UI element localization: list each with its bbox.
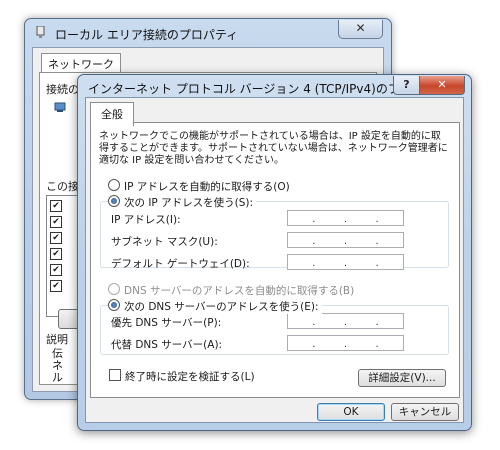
alternate-dns-label: 代替 DNS サーバー(A): — [111, 339, 223, 351]
background-titlebar: ローカル エリア接続のプロパティ ✕ — [25, 19, 391, 47]
ip-dot: . — [312, 258, 316, 269]
ip-address-label: IP アドレス(I): — [111, 214, 181, 226]
item-checkbox[interactable]: ✔ — [50, 216, 62, 228]
tab-general[interactable]: 全般 — [90, 102, 134, 126]
ip-auto-label: IP アドレスを自動的に取得する(O) — [124, 181, 290, 193]
ip-dot: . — [312, 214, 316, 225]
ip-dot: . — [312, 339, 316, 350]
ip-dot: . — [343, 258, 348, 269]
item-checkbox[interactable]: ✔ — [50, 264, 62, 276]
item-checkbox[interactable]: ✔ — [50, 232, 62, 244]
default-gateway-label: デフォルト ゲートウェイ(D): — [111, 258, 250, 270]
dialog-client-area: 全般 ネットワークでこの機能がサポートされている場合は、IP 設定を自動的に取得… — [85, 97, 464, 423]
radio-indicator[interactable] — [108, 179, 120, 191]
general-tab-panel: ネットワークでこの機能がサポートされている場合は、IP 設定を自動的に取得するこ… — [90, 122, 460, 398]
description-text: ル — [52, 371, 63, 384]
adapter-icon — [54, 102, 66, 112]
dns-auto-label: DNS サーバーのアドレスを自動的に取得する(B) — [124, 285, 355, 297]
validate-on-exit-label: 終了時に設定を検証する(L) — [125, 371, 255, 383]
ip-dot: . — [343, 236, 348, 247]
ip-dot: . — [375, 214, 379, 225]
ok-button[interactable]: OK — [317, 403, 385, 421]
checkbox-indicator[interactable] — [109, 369, 121, 381]
item-checkbox[interactable]: ✔ — [50, 200, 62, 212]
ip-manual-radio[interactable]: 次の IP アドレスを使う(S): — [108, 195, 256, 210]
ip-auto-radio[interactable]: IP アドレスを自動的に取得する(O) — [108, 179, 290, 194]
description-text: ネットワークでこの機能がサポートされている場合は、IP 設定を自動的に取得するこ… — [99, 131, 448, 166]
network-adapter-icon — [36, 26, 45, 38]
ip-dot: . — [375, 258, 379, 269]
ip-dot: . — [375, 317, 379, 328]
alternate-dns-field[interactable]: ... — [287, 335, 404, 351]
ip-dot: . — [312, 317, 316, 328]
dns-manual-label: 次の DNS サーバーのアドレスを使う(E): — [124, 301, 319, 313]
ip-dot: . — [343, 317, 348, 328]
default-gateway-field[interactable]: ... — [287, 254, 404, 270]
dns-auto-radio[interactable]: DNS サーバーのアドレスを自動的に取得する(B) — [108, 283, 354, 298]
items-list-label: この接 — [46, 180, 79, 193]
ip-manual-label: 次の IP アドレスを使う(S): — [124, 197, 253, 209]
close-button[interactable]: ✕ — [419, 76, 465, 95]
advanced-button[interactable]: 詳細設定(V)... — [358, 369, 446, 387]
background-window-title: ローカル エリア接続のプロパティ — [55, 28, 239, 42]
subnet-mask-label: サブネット マスク(U): — [111, 236, 218, 248]
ip-dot: . — [375, 339, 379, 350]
preferred-dns-label: 優先 DNS サーバー(P): — [111, 317, 222, 329]
cancel-button[interactable]: キャンセル — [391, 403, 459, 421]
dns-manual-radio[interactable]: 次の DNS サーバーのアドレスを使う(E): — [108, 299, 322, 314]
ip-address-field[interactable]: ... — [287, 210, 404, 226]
subnet-mask-field[interactable]: ... — [287, 232, 404, 248]
ip-dot: . — [343, 339, 348, 350]
validate-on-exit-checkbox[interactable]: 終了時に設定を検証する(L) — [109, 369, 255, 384]
ip-dot: . — [375, 236, 379, 247]
tcpip-properties-dialog: インターネット プロトコル バージョン 4 (TCP/IPv4)のプロパティ ?… — [77, 74, 472, 431]
ip-dot: . — [343, 214, 348, 225]
ip-dot: . — [312, 236, 316, 247]
connect-using-label: 接続の — [46, 83, 79, 96]
radio-indicator-selected[interactable] — [108, 299, 120, 311]
background-close-button[interactable]: ✕ — [338, 20, 383, 39]
radio-indicator-selected[interactable] — [108, 195, 120, 207]
radio-indicator[interactable] — [108, 283, 120, 295]
preferred-dns-field[interactable]: ... — [287, 313, 404, 329]
item-checkbox[interactable]: ✔ — [50, 280, 62, 292]
help-button[interactable]: ? — [393, 76, 420, 95]
item-checkbox[interactable]: ✔ — [50, 248, 62, 260]
